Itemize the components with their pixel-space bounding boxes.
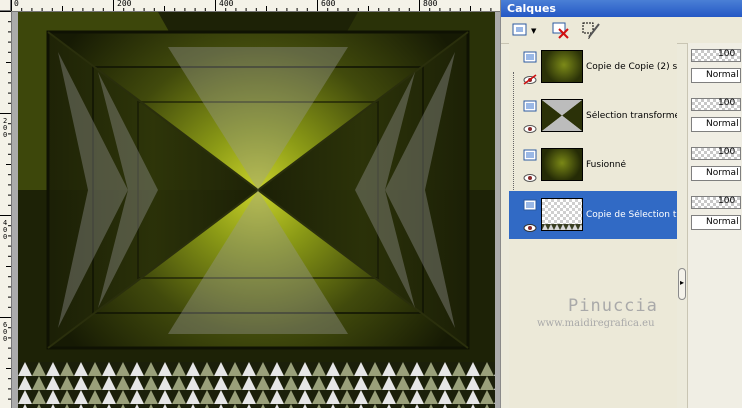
layer-thumbnail	[541, 99, 583, 132]
raster-layer-icon	[523, 99, 537, 113]
ruler-top-label: 0	[14, 0, 19, 8]
document-image[interactable]	[18, 12, 495, 408]
ruler-top-label: 600	[321, 0, 336, 8]
ruler-left-label: 400	[3, 219, 8, 241]
layer-properties: 100 Normal	[688, 92, 742, 140]
edit-selection-icon[interactable]	[581, 20, 601, 40]
layers-palette: Calques ▼ Copie de Copie (2) su Sélectio…	[500, 0, 742, 408]
chevron-right-icon: ▸	[680, 278, 685, 287]
layer-thumbnail	[541, 148, 583, 181]
palette-title: Calques	[501, 0, 742, 17]
layer-properties: 100 Normal	[688, 43, 742, 91]
raster-layer-icon	[523, 50, 537, 64]
blend-mode-select[interactable]: Normal	[691, 117, 741, 132]
layer-name: Sélection transformée	[586, 111, 677, 121]
eye-icon[interactable]	[522, 123, 538, 134]
layer-list: Copie de Copie (2) su Sélection transfor…	[509, 43, 677, 408]
opacity-value: 100	[718, 147, 736, 157]
ruler-top-label: 400	[219, 0, 234, 8]
panel-splitter[interactable]: ▸	[678, 268, 686, 300]
ruler-top-label: 800	[423, 0, 438, 8]
ruler-corner	[0, 0, 11, 11]
ruler-left-ticks	[0, 11, 11, 400]
delete-layer-icon[interactable]	[551, 20, 571, 40]
layer-row[interactable]: Copie de Copie (2) su	[509, 43, 677, 91]
layer-row-selected[interactable]: Copie de Sélection tra	[509, 191, 677, 239]
raster-layer-icon	[523, 148, 537, 162]
ruler-left: 200 400 600	[0, 11, 12, 408]
eye-icon[interactable]	[522, 172, 538, 183]
layer-properties-column: 100 Normal 100 Normal 100 Normal 100 Nor…	[687, 43, 742, 408]
ruler-left-label: 600	[3, 321, 8, 343]
ruler-left-label: 200	[3, 117, 8, 139]
document-artwork	[18, 12, 495, 408]
ruler-top-label: 200	[117, 0, 132, 8]
raster-layer-icon	[523, 198, 537, 212]
eye-icon[interactable]	[522, 222, 538, 233]
blend-mode-select[interactable]: Normal	[691, 166, 741, 181]
watermark-url: www.maidiregrafica.eu	[537, 318, 655, 329]
artwork-floor	[18, 362, 495, 408]
watermark-title: Pinuccia	[568, 296, 658, 316]
layer-properties: 100 Normal	[688, 141, 742, 189]
visibility-hidden-icon[interactable]	[522, 74, 538, 85]
blend-mode-select[interactable]: Normal	[691, 215, 741, 230]
layer-row[interactable]: Fusionné	[509, 141, 677, 189]
opacity-value: 100	[718, 98, 736, 108]
layer-thumbnail	[541, 198, 583, 231]
layer-name: Copie de Sélection tra	[586, 210, 677, 220]
opacity-value: 100	[718, 196, 736, 206]
palette-toolbar: ▼	[501, 17, 742, 44]
dropdown-arrow-icon[interactable]: ▼	[531, 27, 536, 35]
layer-name: Fusionné	[586, 160, 627, 170]
canvas-area[interactable]: 0 200 400 600 800 200 400 600	[0, 0, 500, 408]
layer-properties: 100 Normal	[688, 190, 742, 238]
new-layer-icon[interactable]	[511, 20, 531, 40]
blend-mode-select[interactable]: Normal	[691, 68, 741, 83]
ruler-top: 0 200 400 600 800	[11, 0, 500, 12]
layer-name: Copie de Copie (2) su	[586, 62, 677, 72]
layer-row[interactable]: Sélection transformée	[509, 92, 677, 140]
opacity-value: 100	[718, 49, 736, 59]
layer-thumbnail	[541, 50, 583, 83]
